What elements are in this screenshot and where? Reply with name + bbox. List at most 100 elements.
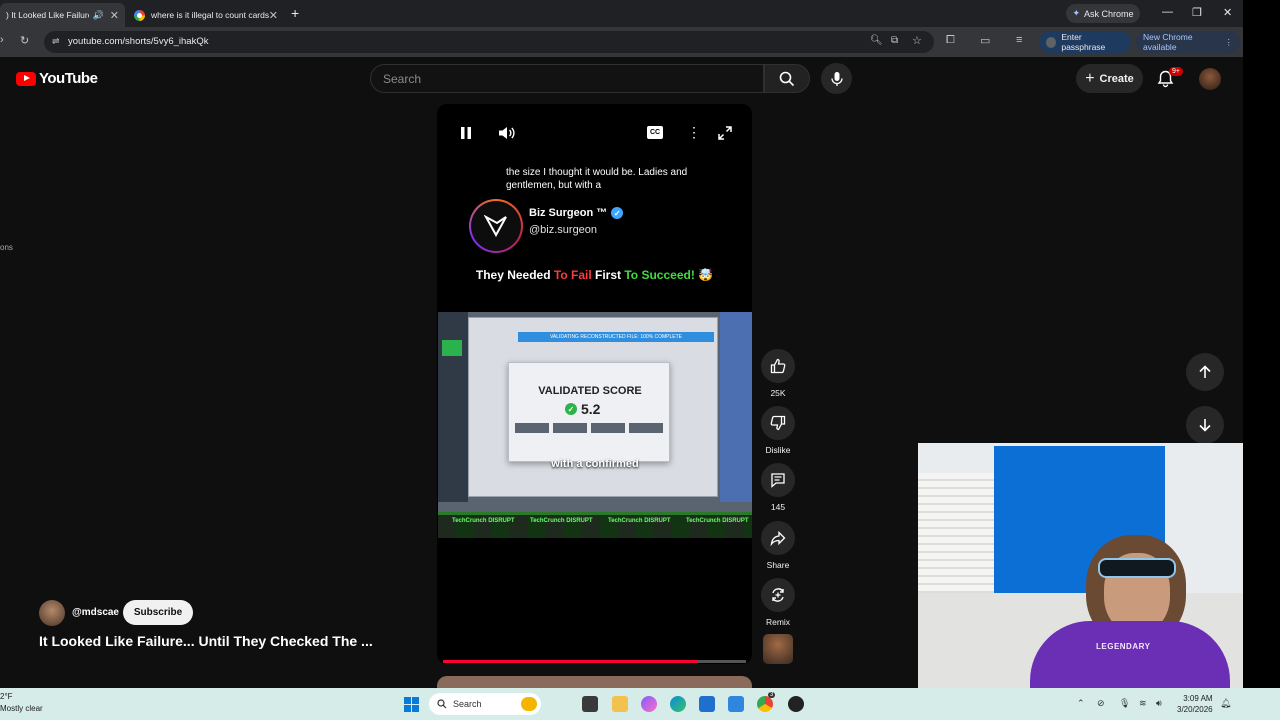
ask-chrome-button[interactable]: ✦ Ask Chrome <box>1066 4 1140 23</box>
tab-title: where is it illegal to count cards <box>151 10 269 20</box>
restore-icon[interactable]: ❐ <box>1192 6 1202 19</box>
dislike-button[interactable] <box>761 406 795 440</box>
shorts-player[interactable]: CC ⋮ the size I thought it would be. Lad… <box>437 104 752 664</box>
dialog-title: VALIDATED SCORE <box>538 385 642 397</box>
subscribe-button[interactable]: Subscribe <box>123 600 193 625</box>
fullscreen-icon[interactable] <box>718 126 732 140</box>
site-info-icon[interactable]: ⇌ <box>52 36 60 47</box>
close-window-icon[interactable]: ✕ <box>1223 6 1232 19</box>
closed-captions-icon[interactable]: CC <box>647 126 663 139</box>
video-frame: VALIDATING RECONSTRUCTED FILE: 100% COMP… <box>438 312 752 538</box>
windows-start-icon[interactable] <box>404 697 419 712</box>
search-box <box>370 64 764 93</box>
channel-avatar[interactable] <box>39 600 65 626</box>
bookmark-star-icon[interactable]: ☆ <box>912 34 922 47</box>
zoom-icon[interactable]: 🔍︎ <box>870 35 883 46</box>
speaker-icon[interactable]: 🔊 <box>93 10 104 21</box>
remix-icon <box>772 588 784 602</box>
create-button[interactable]: + Create <box>1076 64 1143 93</box>
reload-icon[interactable]: ↻ <box>20 34 29 47</box>
next-short-preview[interactable] <box>437 676 752 688</box>
file-explorer-icon[interactable] <box>612 696 628 712</box>
search-input[interactable] <box>383 72 743 86</box>
tray-chevron-icon[interactable]: ⌃ <box>1077 698 1085 709</box>
network-off-icon[interactable]: ⊘ <box>1097 698 1105 709</box>
like-action[interactable]: 25K <box>760 349 796 398</box>
remix-button[interactable] <box>761 578 795 612</box>
url-text[interactable]: youtube.com/shorts/5vy6_ihakQk <box>68 36 208 47</box>
channel-handle[interactable]: @mdscae <box>72 607 119 618</box>
obs-icon[interactable] <box>788 696 804 712</box>
like-button[interactable] <box>761 349 795 383</box>
close-tab-icon[interactable]: ✕ <box>269 9 278 22</box>
chrome-update-button[interactable]: New Chrome available ⋮ <box>1136 31 1240 53</box>
forward-icon[interactable]: › <box>0 34 4 46</box>
weather-temp: 2°F <box>0 692 13 701</box>
kebab-menu-icon[interactable]: ⋮ <box>1225 37 1234 48</box>
minimize-icon[interactable]: — <box>1162 6 1173 18</box>
update-label: New Chrome available <box>1143 32 1193 52</box>
reading-list-icon[interactable]: ≡ <box>1016 34 1022 46</box>
extensions-icon[interactable]: ⧠ <box>946 34 955 47</box>
techcrunch-label: TechCrunch DISRUPT <box>530 518 593 524</box>
headline-part: First <box>591 268 625 282</box>
more-options-icon[interactable]: ⋮ <box>687 124 701 141</box>
edge-icon[interactable] <box>670 696 686 712</box>
tab-google-search[interactable]: where is it illegal to count cards ✕ <box>128 3 284 27</box>
short-title[interactable]: It Looked Like Failure... Until They Che… <box>39 633 373 649</box>
speaker-tray-icon[interactable]: 🔊︎ <box>1156 698 1162 709</box>
close-tab-icon[interactable]: ✕ <box>110 9 119 22</box>
next-short-button[interactable] <box>1186 406 1224 444</box>
enter-passphrase-button[interactable]: Enter passphrase <box>1039 31 1131 53</box>
webcam-overlay: LEGENDARY <box>918 443 1243 688</box>
comment-icon <box>771 473 785 488</box>
account-avatar[interactable] <box>1199 68 1221 90</box>
youtube-logo[interactable]: YouTube <box>16 70 98 87</box>
brand-arrow-icon <box>484 215 507 237</box>
comment-count: 145 <box>770 502 786 512</box>
video-subtitle: with a confirmed <box>551 458 639 470</box>
share-action[interactable]: Share <box>760 521 796 570</box>
techcrunch-banner <box>438 512 752 538</box>
wifi-icon[interactable]: ≋ <box>1139 698 1147 709</box>
comments-button[interactable] <box>761 463 795 497</box>
thumbs-down-icon <box>770 415 786 431</box>
system-clock[interactable]: 3:09 AM 3/20/2026 <box>1177 693 1213 715</box>
pause-icon[interactable] <box>459 126 473 140</box>
plus-icon: + <box>1085 69 1095 87</box>
search-button[interactable] <box>764 64 810 93</box>
voice-search-button[interactable] <box>821 63 852 94</box>
weather-widget[interactable]: 2°F Mostly clear <box>0 691 43 715</box>
thumbs-up-icon <box>770 358 786 374</box>
outlook-icon[interactable] <box>728 696 744 712</box>
previous-short-button[interactable] <box>1186 353 1224 391</box>
store-icon[interactable] <box>699 696 715 712</box>
install-app-icon[interactable]: ⧉ <box>891 35 898 46</box>
taskbar-search-label: Search <box>453 699 482 709</box>
tab-title: ) It Looked Like Failure... <box>6 10 89 20</box>
video-progress-bar[interactable] <box>443 660 746 663</box>
tab-youtube-short[interactable]: ) It Looked Like Failure... 🔊 ✕ <box>0 3 125 27</box>
biz-surgeon-logo <box>469 199 523 253</box>
notification-count-badge: 9+ <box>1169 67 1183 76</box>
taskbar-search[interactable]: Search <box>429 693 541 715</box>
remix-action[interactable]: Remix <box>760 578 796 627</box>
comments-action[interactable]: 145 <box>760 463 796 512</box>
sound-thumbnail[interactable] <box>763 634 793 664</box>
new-tab-icon[interactable]: + <box>291 5 299 21</box>
clock-time: 3:09 AM <box>1183 694 1213 703</box>
share-button[interactable] <box>761 521 795 555</box>
volume-icon[interactable] <box>498 126 516 140</box>
dislike-action[interactable]: Dislike <box>760 406 796 455</box>
tab-search-icon[interactable]: ▭ <box>980 34 990 47</box>
task-view-icon[interactable] <box>582 696 598 712</box>
address-bar[interactable]: ⇌ youtube.com/shorts/5vy6_ihakQk 🔍︎ ⧉ ☆ <box>44 31 934 53</box>
notification-center-icon[interactable]: 🔔︎ <box>1220 698 1231 709</box>
shirt-print: LEGENDARY <box>1096 642 1151 651</box>
microphone-tray-icon[interactable]: 🎙︎ <box>1119 698 1130 709</box>
dialog-stat-box <box>515 423 549 433</box>
dislike-label: Dislike <box>765 445 791 455</box>
chrome-icon[interactable] <box>757 696 773 712</box>
check-circle-icon: ✓ <box>565 403 577 415</box>
copilot-icon[interactable] <box>641 696 657 712</box>
